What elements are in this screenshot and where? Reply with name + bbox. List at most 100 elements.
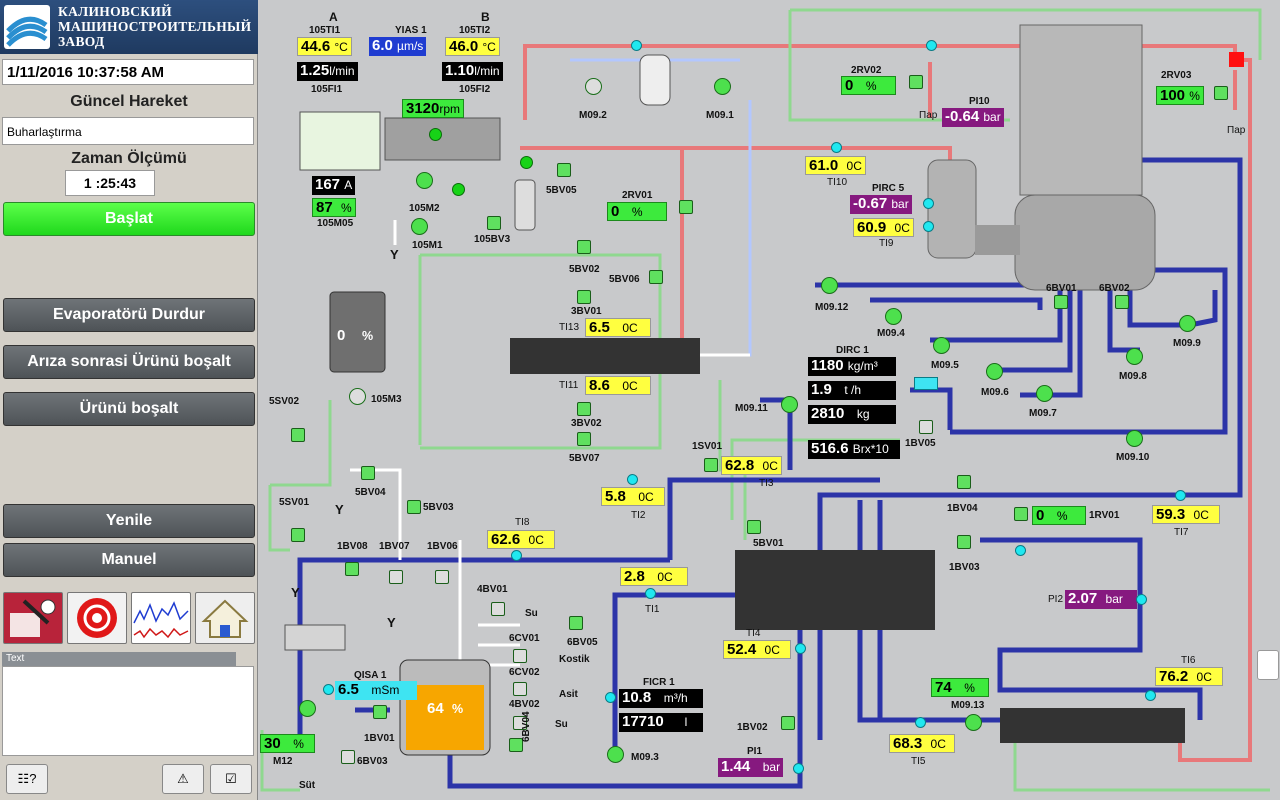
valve-5bv06-icon[interactable]	[649, 270, 663, 284]
readout-105ti1[interactable]: 44.6 °C	[297, 37, 352, 56]
readout-qisa1[interactable]: 6.5 mSm	[335, 681, 417, 700]
pump-m0912-icon[interactable]	[821, 277, 838, 294]
steam-control-valve-icon[interactable]	[1229, 52, 1244, 67]
valve-1rv01-icon[interactable]	[1014, 507, 1028, 521]
readout-ti11[interactable]: 8.6 0C	[585, 376, 651, 395]
valve-5bv05-icon[interactable]	[557, 163, 571, 177]
readout-ficr-flow[interactable]: 10.8 m³/h	[619, 689, 703, 708]
valve-6bv01-icon[interactable]	[1054, 295, 1068, 309]
readout-dirc-mass[interactable]: 2810 kg	[808, 405, 896, 424]
density-meter-icon[interactable]	[914, 377, 938, 390]
valve-1bv03-icon[interactable]	[957, 535, 971, 549]
valve-1bv02-icon[interactable]	[781, 716, 795, 730]
empty-product-button[interactable]: Ürünü boşalt	[3, 392, 255, 426]
readout-balance-tank[interactable]: 64 %	[427, 700, 463, 717]
readout-pirc5[interactable]: -0.67 bar	[850, 195, 912, 214]
start-button[interactable]: Başlat	[3, 202, 255, 236]
readout-ti2b[interactable]: 5.8 0C	[601, 487, 665, 506]
readout-105ti2[interactable]: 46.0 °C	[445, 37, 500, 56]
valve-4bv01-icon[interactable]	[491, 602, 505, 616]
readout-1rv01[interactable]: 0 %	[1032, 506, 1086, 525]
current-move-field[interactable]: Buharlaştırma	[2, 117, 254, 145]
valve-105bv3-icon[interactable]	[487, 216, 501, 230]
valve-5bv02-icon[interactable]	[577, 240, 591, 254]
readout-small-tank[interactable]: 0 %	[337, 327, 373, 344]
valve-1bv06-icon[interactable]	[435, 570, 449, 584]
pump-m096-icon[interactable]	[986, 363, 1003, 380]
pump-m091-icon[interactable]	[714, 78, 731, 95]
readout-ti6[interactable]: 76.2 0C	[1155, 667, 1223, 686]
stop-evaporator-button[interactable]: Evaporatörü Durdur	[3, 298, 255, 332]
readout-ti13[interactable]: 6.5 0C	[585, 318, 651, 337]
help-icon[interactable]: ☷?	[6, 764, 48, 794]
readout-105fi2[interactable]: 1.10l/min	[442, 62, 503, 81]
valve-5sv01-icon[interactable]	[291, 528, 305, 542]
pump-m0910-icon[interactable]	[1126, 430, 1143, 447]
readout-ti8[interactable]: 62.6 0C	[487, 530, 555, 549]
readout-105m05[interactable]: 87 %	[312, 198, 356, 217]
valve-5bv07-icon[interactable]	[577, 432, 591, 446]
readout-pi1[interactable]: 1.44 bar	[718, 758, 784, 777]
readout-2rv03[interactable]: 100 %	[1156, 86, 1204, 105]
pump-m098-icon[interactable]	[1126, 348, 1143, 365]
valve-3bv02-icon[interactable]	[577, 402, 591, 416]
valve-6bv05-icon[interactable]	[569, 616, 583, 630]
pump-m093-icon[interactable]	[607, 746, 624, 763]
readout-2rv02[interactable]: 0 %	[841, 76, 896, 95]
valve-6bv02-icon[interactable]	[1115, 295, 1129, 309]
valve-5sv02-icon[interactable]	[291, 428, 305, 442]
readout-pi10[interactable]: -0.64 bar	[942, 108, 1004, 127]
list-check-icon[interactable]: ☑	[210, 764, 252, 794]
valve-6cv01-icon[interactable]	[513, 649, 527, 663]
readout-pi2[interactable]: 2.07 bar	[1065, 590, 1137, 609]
valve-2rv03-icon[interactable]	[1214, 86, 1228, 100]
readout-ti7[interactable]: 59.3 0C	[1152, 505, 1220, 524]
readout-ti9[interactable]: 60.9 0C	[853, 218, 914, 237]
valve-6cv02-icon[interactable]	[513, 682, 527, 696]
readout-ficr-volume[interactable]: 17710 l	[619, 713, 703, 732]
readout-2rv01[interactable]: 0 %	[607, 202, 667, 221]
readout-current[interactable]: 167 A	[312, 176, 356, 195]
readout-ti10[interactable]: 61.0 0C	[805, 156, 866, 175]
trend-icon[interactable]	[131, 592, 191, 644]
home-icon[interactable]	[195, 592, 255, 644]
pump-m095-icon[interactable]	[933, 337, 950, 354]
acknowledge-icon[interactable]: ⚠	[162, 764, 204, 794]
valve-1bv08-icon[interactable]	[345, 562, 359, 576]
pump-105m3-icon[interactable]	[349, 388, 366, 405]
valve-6bv03-icon[interactable]	[341, 750, 355, 764]
readout-m0913[interactable]: 74 %	[931, 678, 989, 697]
valve-1bv07-icon[interactable]	[389, 570, 403, 584]
valve-5bv01-icon[interactable]	[747, 520, 761, 534]
readout-brix[interactable]: 516.6 Brx*10	[808, 440, 900, 459]
valve-3bv01-icon[interactable]	[577, 290, 591, 304]
valve-1bv04-icon[interactable]	[957, 475, 971, 489]
valve-1bv01-icon[interactable]	[373, 705, 387, 719]
readout-105fi1[interactable]: 1.25l/min	[297, 62, 358, 81]
readout-yias1[interactable]: 6.0 µm/s	[369, 37, 427, 56]
valve-5bv04-icon[interactable]	[361, 466, 375, 480]
pump-m099-icon[interactable]	[1179, 315, 1196, 332]
readout-ti1b[interactable]: 2.8 0C	[620, 567, 688, 586]
pump-105m2-icon[interactable]	[416, 172, 433, 189]
remote-support-icon[interactable]	[1257, 650, 1279, 680]
valve-1sv01-icon[interactable]	[704, 458, 718, 472]
readout-dirc-flow[interactable]: 1.9 t /h	[808, 381, 896, 400]
readout-rpm[interactable]: 3120rpm	[402, 99, 465, 118]
valve-2rv02-icon[interactable]	[909, 75, 923, 89]
pump-m097-icon[interactable]	[1036, 385, 1053, 402]
pump-m092-icon[interactable]	[585, 78, 602, 95]
readout-ti5[interactable]: 68.3 0C	[889, 734, 955, 753]
readout-m12[interactable]: 30 %	[260, 734, 315, 753]
pump-m12-icon[interactable]	[299, 700, 316, 717]
refresh-button[interactable]: Yenile	[3, 504, 255, 538]
empty-after-fault-button[interactable]: Arıza sonrasi Ürünü boşalt	[3, 345, 255, 379]
valve-1bv05-icon[interactable]	[919, 420, 933, 434]
valve-2rv01-icon[interactable]	[679, 200, 693, 214]
valve-5bv03-icon[interactable]	[407, 500, 421, 514]
manual-button[interactable]: Manuel	[3, 543, 255, 577]
readout-ti3[interactable]: 62.8 0C	[721, 456, 782, 475]
readout-ti4[interactable]: 52.4 0C	[723, 640, 791, 659]
pump-m0913-icon[interactable]	[965, 714, 982, 731]
readout-dirc-density[interactable]: 1180 kg/m³	[808, 357, 896, 376]
